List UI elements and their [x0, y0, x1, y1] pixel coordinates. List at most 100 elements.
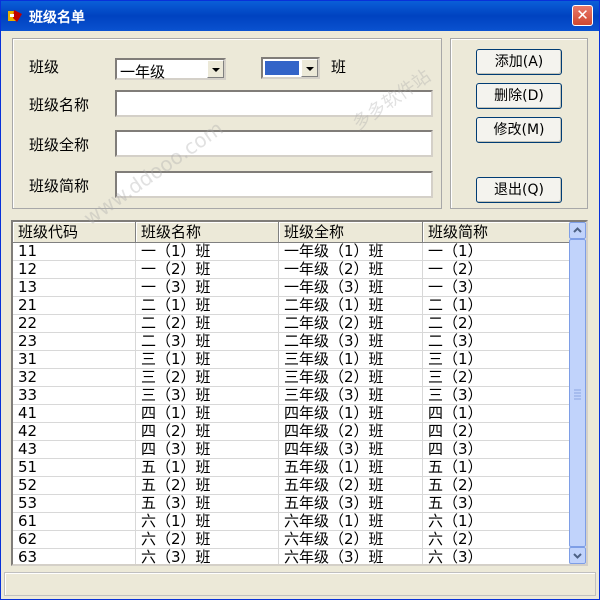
cell-name: 二（1）班: [141, 296, 211, 314]
cell-fullname: 五年级（2）班: [284, 476, 384, 494]
table-row[interactable]: 12 一（2）班 一年级（2）班 一（2）: [13, 261, 571, 279]
cell-fullname: 二年级（3）班: [284, 332, 384, 350]
cell-code: 53: [18, 494, 38, 512]
cell-fullname: 四年级（3）班: [284, 440, 384, 458]
chevron-up-icon: [573, 227, 582, 233]
cell-shortname: 五（1）: [428, 458, 483, 476]
table-row[interactable]: 31 三（1）班 三年级（1）班 三（1）: [13, 351, 571, 369]
delete-button[interactable]: 删除(D): [476, 83, 562, 109]
cell-shortname: 一（1）: [428, 242, 483, 260]
cell-shortname: 四（1）: [428, 404, 483, 422]
cell-name: 三（3）班: [141, 386, 211, 404]
close-button[interactable]: ✕: [572, 5, 593, 26]
cell-shortname: 二（3）: [428, 332, 483, 350]
cell-name: 一（3）班: [141, 278, 211, 296]
cell-fullname: 四年级（1）班: [284, 404, 384, 422]
cell-name: 二（3）班: [141, 332, 211, 350]
class-name-label: 班级名称: [29, 96, 90, 114]
chevron-down-icon[interactable]: [207, 60, 224, 78]
cell-fullname: 四年级（2）班: [284, 422, 384, 440]
cell-fullname: 三年级（3）班: [284, 386, 384, 404]
column-header-code[interactable]: 班级代码: [13, 222, 136, 243]
title-bar[interactable]: 班级名单 ✕: [1, 1, 599, 31]
cell-fullname: 一年级（1）班: [284, 242, 384, 260]
table-row[interactable]: 33 三（3）班 三年级（3）班 三（3）: [13, 387, 571, 405]
column-header-fullname[interactable]: 班级全称: [279, 222, 423, 243]
cell-fullname: 三年级（1）班: [284, 350, 384, 368]
cell-code: 43: [18, 440, 38, 458]
cell-code: 12: [18, 260, 38, 278]
table-row[interactable]: 53 五（3）班 五年级（3）班 五（3）: [13, 495, 571, 513]
cell-name: 五（2）班: [141, 476, 211, 494]
cell-fullname: 六年级（2）班: [284, 530, 384, 548]
table-row[interactable]: 42 四（2）班 四年级（2）班 四（2）: [13, 423, 571, 441]
cell-code: 22: [18, 314, 38, 332]
grade-select[interactable]: 一年级: [115, 58, 226, 81]
class-number-select[interactable]: [261, 57, 320, 79]
cell-code: 11: [18, 242, 38, 260]
cell-shortname: 三（1）: [428, 350, 483, 368]
scroll-down-button[interactable]: [569, 547, 586, 564]
cell-fullname: 二年级（2）班: [284, 314, 384, 332]
cell-fullname: 五年级（3）班: [284, 494, 384, 512]
exit-button[interactable]: 退出(Q): [476, 177, 562, 203]
cell-shortname: 六（3）: [428, 548, 483, 566]
cell-shortname: 一（2）: [428, 260, 483, 278]
cell-code: 33: [18, 386, 38, 404]
cell-code: 62: [18, 530, 38, 548]
class-shortname-label: 班级简称: [29, 177, 90, 195]
table-row[interactable]: 52 五（2）班 五年级（2）班 五（2）: [13, 477, 571, 495]
column-header-name[interactable]: 班级名称: [136, 222, 279, 243]
modify-button[interactable]: 修改(M): [476, 117, 562, 143]
scroll-thumb[interactable]: [569, 239, 586, 547]
cell-name: 二（2）班: [141, 314, 211, 332]
class-fullname-input[interactable]: [115, 130, 433, 157]
app-icon: [8, 10, 22, 22]
list-rows: 11 一（1）班 一年级（1）班 一（1） 12 一（2）班 一年级（2）班 一（2） 13 一（…: [13, 243, 571, 566]
column-header-shortname[interactable]: 班级简称: [423, 222, 571, 243]
cell-code: 52: [18, 476, 38, 494]
class-shortname-input[interactable]: [115, 171, 433, 198]
cell-fullname: 六年级（3）班: [284, 548, 384, 566]
cell-shortname: 三（2）: [428, 368, 483, 386]
class-name-input[interactable]: [115, 90, 433, 117]
cell-code: 51: [18, 458, 38, 476]
table-row[interactable]: 21 二（1）班 二年级（1）班 二（1）: [13, 297, 571, 315]
table-row[interactable]: 22 二（2）班 二年级（2）班 二（2）: [13, 315, 571, 333]
cell-code: 32: [18, 368, 38, 386]
cell-name: 一（2）班: [141, 260, 211, 278]
cell-fullname: 二年级（1）班: [284, 296, 384, 314]
scroll-up-button[interactable]: [569, 222, 586, 239]
cell-shortname: 二（1）: [428, 296, 483, 314]
table-row[interactable]: 13 一（3）班 一年级（3）班 一（3）: [13, 279, 571, 297]
table-row[interactable]: 51 五（1）班 五年级（1）班 五（1）: [13, 459, 571, 477]
table-row[interactable]: 61 六（1）班 六年级（1）班 六（1）: [13, 513, 571, 531]
class-suffix-label: 班: [331, 58, 347, 76]
cell-shortname: 五（2）: [428, 476, 483, 494]
add-button[interactable]: 添加(A): [476, 49, 562, 75]
table-row[interactable]: 11 一（1）班 一年级（1）班 一（1）: [13, 243, 571, 261]
table-row[interactable]: 62 六（2）班 六年级（2）班 六（2）: [13, 531, 571, 549]
table-row[interactable]: 43 四（3）班 四年级（3）班 四（3）: [13, 441, 571, 459]
cell-name: 五（1）班: [141, 458, 211, 476]
grade-select-value: 一年级: [120, 63, 166, 81]
table-row[interactable]: 23 二（3）班 二年级（3）班 二（3）: [13, 333, 571, 351]
grip-icon: [574, 389, 581, 400]
close-icon: ✕: [576, 6, 589, 24]
table-row[interactable]: 63 六（3）班 六年级（3）班 六（3）: [13, 548, 571, 566]
cell-code: 21: [18, 296, 38, 314]
cell-name: 四（1）班: [141, 404, 211, 422]
chevron-down-icon[interactable]: [301, 59, 318, 77]
vertical-scrollbar[interactable]: [569, 222, 586, 564]
cell-name: 三（2）班: [141, 368, 211, 386]
chevron-down-icon: [573, 553, 582, 559]
table-row[interactable]: 41 四（1）班 四年级（1）班 四（1）: [13, 405, 571, 423]
cell-name: 六（1）班: [141, 512, 211, 530]
table-row[interactable]: 32 三（2）班 三年级（2）班 三（2）: [13, 369, 571, 387]
status-bar: [4, 572, 596, 596]
cell-name: 一（1）班: [141, 242, 211, 260]
class-list-view[interactable]: 班级代码 班级名称 班级全称 班级简称 11 一（1）班 一年级（1）班 一（1） 12…: [11, 220, 588, 566]
cell-name: 三（1）班: [141, 350, 211, 368]
cell-shortname: 四（3）: [428, 440, 483, 458]
class-label: 班级: [29, 58, 60, 76]
